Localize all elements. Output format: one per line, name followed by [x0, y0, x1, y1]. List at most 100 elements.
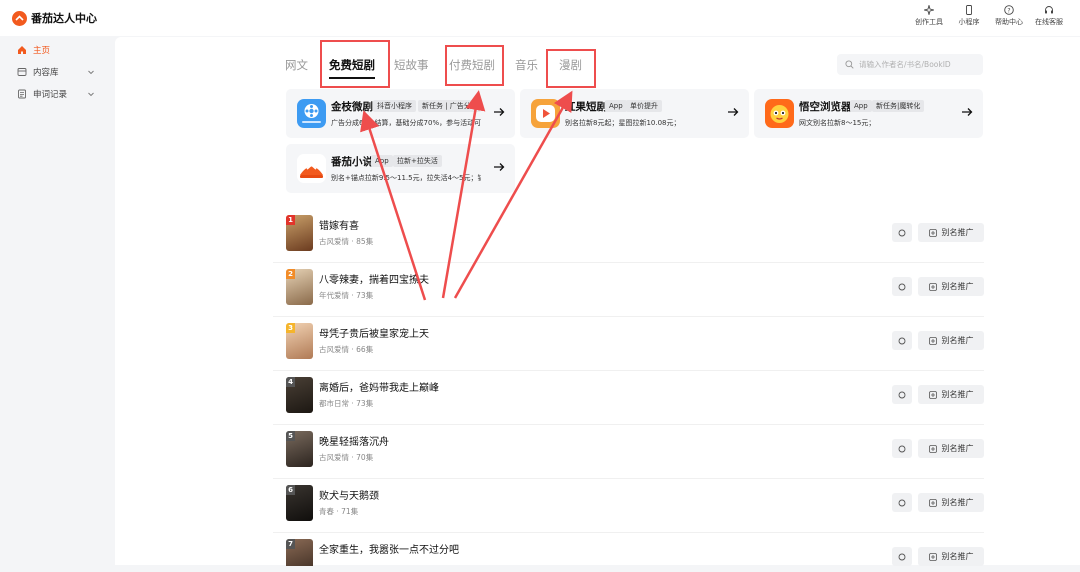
app-tag: 抖音小程序 [373, 100, 416, 112]
drama-meta: 青春 · 71集 [319, 507, 359, 516]
sidebar-item-library[interactable]: 内容库 [17, 64, 103, 80]
tool-label: 小程序 [958, 18, 980, 26]
rank-badge: 3 [286, 323, 295, 333]
app-tag: 新任务 | 广告分... [418, 100, 482, 112]
alias-promo-button[interactable]: 别名推广 [918, 493, 984, 512]
app-tag: 新任务|魔转化 [872, 100, 925, 112]
app-card-jinzhi[interactable]: 金枝微剧 抖音小程序 新任务 | 广告分... 广告分成60%结算，基础分成70… [286, 89, 515, 138]
alias-promo-button[interactable]: 别名推广 [918, 439, 984, 458]
alias-promo-label: 别名推广 [941, 228, 974, 237]
drama-title[interactable]: 错嫁有喜 [319, 217, 359, 232]
tab-web-novel[interactable]: 网文 [285, 57, 308, 73]
alias-promo-button[interactable]: 别名推广 [918, 331, 984, 350]
app-name: 金枝微剧 [331, 101, 373, 113]
app-card-fanqie[interactable]: 番茄小说 App 拉新+拉失活 别名+锚点拉新9.5～11.5元，拉失活4～5元… [286, 144, 515, 193]
plus-square-icon [928, 390, 937, 399]
sidebar-item-home[interactable]: 主页 [17, 42, 103, 58]
copy-button[interactable] [892, 385, 912, 404]
highlight-box-comic-drama [546, 49, 596, 88]
copy-button[interactable] [892, 331, 912, 350]
drama-title[interactable]: 母凭子贵后被皇家宠上天 [319, 325, 429, 340]
drama-poster[interactable]: 4 [286, 377, 313, 413]
alias-promo-label: 别名推广 [941, 282, 974, 291]
brand-name: 番茄达人中心 [31, 12, 97, 25]
drama-title[interactable]: 全家重生，我嚣张一点不过分吧 [319, 541, 459, 556]
copy-button[interactable] [892, 439, 912, 458]
tab-short-story[interactable]: 短故事 [394, 57, 429, 73]
sidebar-item-records[interactable]: 申词记录 [17, 86, 103, 102]
alias-promo-label: 别名推广 [941, 336, 974, 345]
arrow-right-icon[interactable] [493, 161, 505, 173]
tab-music[interactable]: 音乐 [515, 57, 538, 73]
copy-button[interactable] [892, 547, 912, 566]
drama-row[interactable]: 4 离婚后，爸妈带我走上巅峰 都市日常 · 73集 别名推广 [273, 371, 984, 425]
drama-row[interactable]: 6 败犬与天鹅颈 青春 · 71集 别名推广 [273, 479, 984, 533]
tool-miniprogram[interactable]: 小程序 [950, 5, 988, 27]
copy-button[interactable] [892, 277, 912, 296]
copy-button[interactable] [892, 223, 912, 242]
plus-square-icon [928, 336, 937, 345]
arrow-right-icon[interactable] [727, 106, 739, 118]
drama-title[interactable]: 晚星轻摇落沉舟 [319, 433, 389, 448]
drama-title[interactable]: 败犬与天鹅颈 [319, 487, 379, 502]
copy-icon [898, 391, 906, 398]
app-card-hongguo[interactable]: 红果短剧 App 单价提升 别名拉新8元起；星图拉新10.08元； [520, 89, 749, 138]
tomato-app-icon [297, 154, 326, 183]
sidebar: 主页 内容库 申词记录 [0, 36, 113, 572]
search-box[interactable] [837, 54, 983, 75]
brand-logo[interactable]: 番茄达人中心 [12, 10, 97, 26]
help-icon: ? [1004, 5, 1014, 15]
rank-badge: 6 [286, 485, 295, 495]
bottom-strip [0, 566, 1080, 572]
app-description: 别名+锚点拉新9.5～11.5元，拉失活4～5元；锚... [331, 174, 481, 182]
drama-row[interactable]: 5 晚星轻摇落沉舟 古风爱情 · 70集 别名推广 [273, 425, 984, 479]
rank-badge: 1 [286, 215, 295, 225]
top-tools: 创作工具 小程序 ? 帮助中心 在线客服 [908, 5, 1068, 27]
drama-title[interactable]: 八零辣妻，揣着四宝撩夫 [319, 271, 429, 286]
drama-poster[interactable]: 6 [286, 485, 313, 521]
copy-icon [898, 499, 906, 506]
tool-label: 创作工具 [915, 18, 943, 26]
plus-square-icon [928, 498, 937, 507]
alias-promo-button[interactable]: 别名推广 [918, 385, 984, 404]
search-input[interactable] [859, 60, 977, 69]
app-tag: 单价提升 [626, 100, 662, 112]
arrow-right-icon[interactable] [493, 106, 505, 118]
headset-icon [1045, 6, 1053, 14]
copy-icon [898, 283, 906, 290]
plus-square-icon [928, 552, 937, 561]
drama-meta: 都市日常 · 73集 [319, 399, 374, 408]
drama-poster[interactable]: 3 [286, 323, 313, 359]
plus-square-icon [928, 444, 937, 453]
record-icon [18, 89, 26, 99]
sidebar-item-label: 内容库 [33, 68, 59, 78]
alias-promo-button[interactable]: 别名推广 [918, 223, 984, 242]
drama-poster[interactable]: 5 [286, 431, 313, 467]
arrow-right-icon[interactable] [961, 106, 973, 118]
play-button-app-icon [531, 99, 560, 128]
app-description: 别名拉新8元起；星图拉新10.08元； [565, 119, 681, 127]
drama-row[interactable]: 3 母凭子贵后被皇家宠上天 古风爱情 · 66集 别名推广 [273, 317, 984, 371]
drama-meta: 古风爱情 · 70集 [319, 453, 374, 462]
alias-promo-button[interactable]: 别名推广 [918, 547, 984, 566]
drama-poster[interactable]: 2 [286, 269, 313, 305]
main-panel: 网文 免费短剧 短故事 付费短剧 音乐 漫剧 金枝微剧 抖音小程序 新任务 | … [115, 37, 1080, 572]
drama-title[interactable]: 离婚后，爸妈带我走上巅峰 [319, 379, 439, 394]
home-icon [18, 46, 26, 54]
copy-button[interactable] [892, 493, 912, 512]
tool-label: 在线客服 [1035, 18, 1063, 26]
drama-row[interactable]: 1 错嫁有喜 古风爱情 · 85集 别名推广 [273, 209, 984, 263]
rank-badge: 2 [286, 269, 295, 279]
alias-promo-button[interactable]: 别名推广 [918, 277, 984, 296]
drama-poster[interactable]: 1 [286, 215, 313, 251]
app-card-wukong[interactable]: 悟空浏览器 App 新任务|魔转化 网文别名拉新8～15元； [754, 89, 983, 138]
library-icon [17, 68, 27, 76]
sidebar-item-label: 主页 [33, 46, 51, 56]
tool-creative[interactable]: 创作工具 [910, 5, 948, 27]
tool-support[interactable]: 在线客服 [1030, 5, 1068, 27]
tool-help[interactable]: ? 帮助中心 [990, 5, 1028, 27]
drama-row[interactable]: 2 八零辣妻，揣着四宝撩夫 年代爱情 · 73集 别名推广 [273, 263, 984, 317]
alias-promo-label: 别名推广 [941, 390, 974, 399]
app-name: 悟空浏览器 [799, 101, 852, 113]
app-name: 红果短剧 [565, 101, 607, 113]
